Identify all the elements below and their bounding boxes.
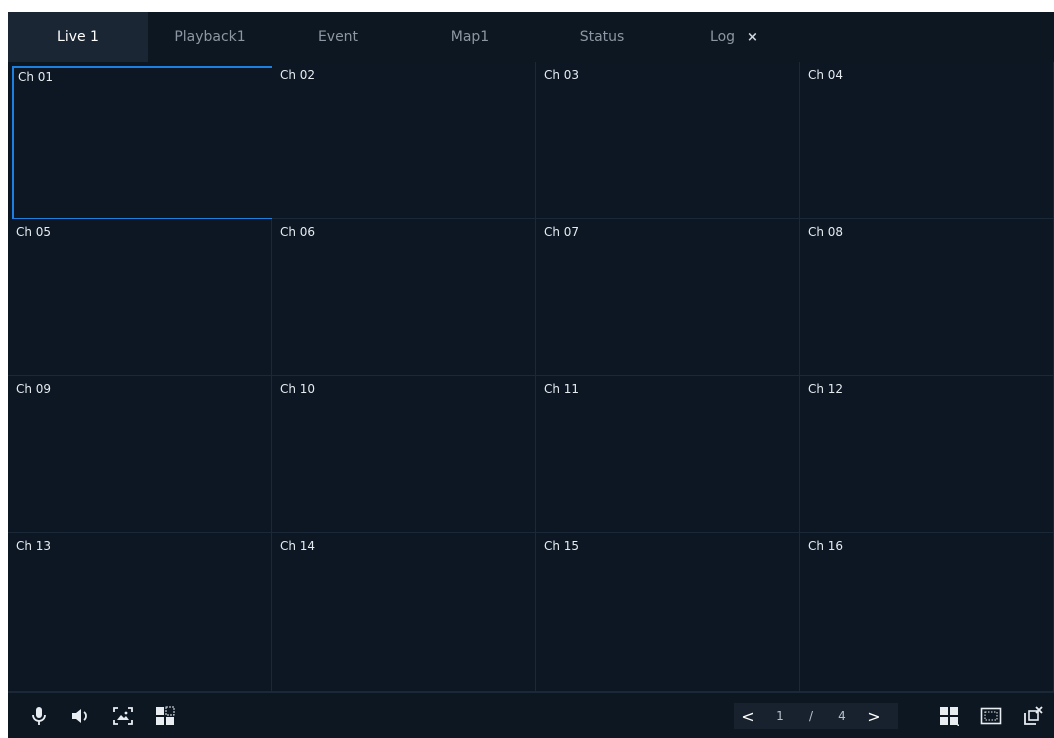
tab-label: Status <box>579 29 625 45</box>
page-separator: / <box>808 709 814 723</box>
channel-tile[interactable]: Ch 10 <box>272 376 536 533</box>
channel-label: Ch 11 <box>544 382 580 396</box>
channel-label: Ch 12 <box>808 382 844 396</box>
channel-tile[interactable]: Ch 01 <box>12 66 274 220</box>
channel-tile[interactable]: Ch 02 <box>272 62 536 219</box>
layout-sequence-icon[interactable] <box>154 705 176 727</box>
tab-label: Map1 <box>450 29 490 45</box>
channel-label: Ch 15 <box>544 539 580 553</box>
total-pages: 4 <box>838 709 846 723</box>
channel-label: Ch 05 <box>16 225 52 239</box>
channel-tile[interactable]: Ch 04 <box>800 62 1054 219</box>
split-layout-icon[interactable] <box>938 705 960 727</box>
bottom-toolbar: < 1 / 4 > <box>8 692 1054 738</box>
tab-live-1[interactable]: Live 1 <box>8 12 148 62</box>
channel-tile[interactable]: Ch 07 <box>536 219 800 376</box>
prev-page-button[interactable]: < <box>734 703 762 729</box>
channel-grid: Ch 01 Ch 02 Ch 03 Ch 04 Ch 05 Ch 06 Ch 07 Ch 08… <box>8 62 1054 692</box>
channel-tile[interactable]: Ch 09 <box>8 376 272 533</box>
tab-label: Playback1 <box>174 29 246 45</box>
channel-tile[interactable]: Ch 05 <box>8 219 272 376</box>
channel-label: Ch 14 <box>280 539 316 553</box>
tab-event[interactable]: Event <box>272 12 404 62</box>
channel-label: Ch 01 <box>18 70 54 84</box>
channel-label: Ch 06 <box>280 225 316 239</box>
channel-label: Ch 03 <box>544 68 580 82</box>
tab-label: Live 1 <box>57 29 99 45</box>
channel-label: Ch 10 <box>280 382 316 396</box>
next-page-button[interactable]: > <box>860 703 888 729</box>
capture-icon[interactable] <box>112 705 134 727</box>
current-page: 1 <box>776 709 784 723</box>
channel-tile[interactable]: Ch 14 <box>272 533 536 692</box>
tab-bar: Live 1 Playback1 Event Map1 Status Log × <box>8 12 1054 62</box>
channel-label: Ch 13 <box>16 539 52 553</box>
microphone-icon[interactable] <box>28 705 50 727</box>
tab-map1[interactable]: Map1 <box>404 12 536 62</box>
popout-close-icon[interactable] <box>1022 705 1044 727</box>
channel-label: Ch 07 <box>544 225 580 239</box>
aspect-ratio-icon[interactable] <box>980 705 1002 727</box>
channel-tile[interactable]: Ch 08 <box>800 219 1054 376</box>
channel-label: Ch 16 <box>808 539 844 553</box>
tab-log[interactable]: Log × <box>668 12 800 62</box>
channel-tile[interactable]: Ch 15 <box>536 533 800 692</box>
channel-label: Ch 02 <box>280 68 316 82</box>
tab-label: Log <box>710 29 736 45</box>
tab-label: Event <box>317 29 359 45</box>
speaker-icon[interactable] <box>70 705 92 727</box>
channel-tile[interactable]: Ch 03 <box>536 62 800 219</box>
channel-label: Ch 08 <box>808 225 844 239</box>
channel-tile[interactable]: Ch 11 <box>536 376 800 533</box>
close-icon[interactable]: × <box>747 30 758 45</box>
tab-playback1[interactable]: Playback1 <box>148 12 272 62</box>
page-navigator: < 1 / 4 > <box>734 703 898 729</box>
channel-tile[interactable]: Ch 06 <box>272 219 536 376</box>
channel-label: Ch 09 <box>16 382 52 396</box>
channel-tile[interactable]: Ch 13 <box>8 533 272 692</box>
tab-status[interactable]: Status <box>536 12 668 62</box>
channel-tile[interactable]: Ch 12 <box>800 376 1054 533</box>
channel-tile[interactable]: Ch 16 <box>800 533 1054 692</box>
channel-label: Ch 04 <box>808 68 844 82</box>
live-viewer-window: Live 1 Playback1 Event Map1 Status Log ×… <box>8 12 1054 738</box>
